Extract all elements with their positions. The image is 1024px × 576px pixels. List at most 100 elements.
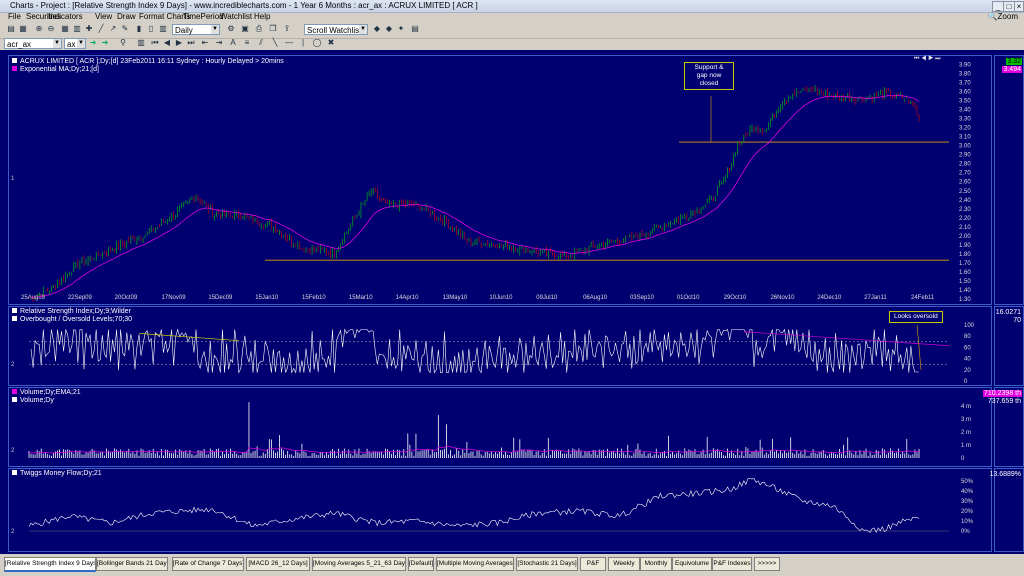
- grid-icon[interactable]: ▦: [60, 24, 70, 34]
- tab-3[interactable]: [MACD 26_12 Days]: [246, 557, 310, 571]
- tab-11[interactable]: Equivolume: [672, 557, 712, 571]
- tab-2[interactable]: [Rate of Change 7 Days]: [172, 557, 244, 571]
- volume-chart[interactable]: 4 m 3 m 2 m 1 m 0: [9, 388, 991, 466]
- price-x-label: 15Feb10: [302, 295, 326, 301]
- crosshair-icon[interactable]: ✚: [84, 24, 94, 34]
- last-icon[interactable]: ⏭: [186, 38, 196, 48]
- tab-0[interactable]: [Relative Strength Index 9 Days]: [4, 557, 96, 572]
- chevron-down-icon: ▼: [53, 39, 61, 48]
- menu-indicators[interactable]: Indicators: [48, 12, 83, 21]
- forward-icon[interactable]: ➜: [100, 38, 110, 48]
- symbol-input[interactable]: acr_ax ▼: [4, 38, 62, 49]
- price-x-label: 13May10: [443, 295, 468, 301]
- prev-icon[interactable]: ◀: [162, 38, 172, 48]
- menu-view[interactable]: View: [95, 12, 112, 21]
- menu-draw[interactable]: Draw: [117, 12, 136, 21]
- pencil-icon[interactable]: ✎: [120, 24, 130, 34]
- menu-help[interactable]: Help: [254, 12, 270, 21]
- next-icon[interactable]: ▶: [174, 38, 184, 48]
- text-icon[interactable]: A: [228, 38, 238, 48]
- price-y-tick: 2.20: [959, 216, 971, 222]
- price-value-strip: 3.32 3.494: [994, 55, 1024, 305]
- price-y-tick: 2.60: [959, 180, 971, 186]
- go-icon[interactable]: ➜: [88, 38, 98, 48]
- last-price: 3.32: [1006, 58, 1022, 65]
- fib-icon[interactable]: ≡: [242, 38, 252, 48]
- price-y-tick: 3.00: [959, 144, 971, 150]
- chart-type-icon[interactable]: ▮: [134, 24, 144, 34]
- volume-y-tick: 3 m: [961, 417, 971, 423]
- price-y-tick: 3.30: [959, 117, 971, 123]
- menu-timeperiod[interactable]: TimePeriod: [183, 12, 224, 21]
- volume-ema-value: 710.2398 th: [983, 390, 1022, 397]
- zoom-button[interactable]: 🔍Zoom: [988, 12, 1018, 21]
- tab-12[interactable]: P&F Indexes: [712, 557, 752, 571]
- indicator-tabs: [Relative Strength Index 9 Days] [Bolling…: [0, 555, 1024, 576]
- arrow-icon[interactable]: ↗: [108, 24, 118, 34]
- chart-settings-icon[interactable]: ⚙: [226, 24, 236, 34]
- note-icon[interactable]: ▤: [410, 24, 420, 34]
- calendar-icon[interactable]: ▣: [240, 24, 250, 34]
- tab-9[interactable]: Weekly: [608, 557, 640, 571]
- price-y-tick: 2.50: [959, 189, 971, 195]
- tab-7[interactable]: [Stochastic 21 Days]: [516, 557, 578, 571]
- tmf-line: [28, 478, 920, 533]
- compare-icon[interactable]: ▥: [136, 38, 146, 48]
- watchlist-up-icon[interactable]: ◆: [372, 24, 382, 34]
- menu-watchlist[interactable]: Watchlist: [220, 12, 252, 21]
- copy-icon[interactable]: ❐: [268, 24, 278, 34]
- watchlist-select[interactable]: Scroll Watchlist ▼: [304, 24, 368, 35]
- price-x-label: 20Oct09: [115, 295, 138, 301]
- binoculars-icon[interactable]: ⚲: [118, 38, 128, 48]
- price-y-tick: 2.30: [959, 207, 971, 213]
- rsi-y-tick: 0: [964, 379, 968, 385]
- price-x-label: 14Apr10: [396, 295, 419, 301]
- tmf-chart[interactable]: 50% 40% 30% 20% 10% 0%: [9, 469, 991, 551]
- candle-icon[interactable]: ▥: [158, 24, 168, 34]
- period-select[interactable]: Daily ▼: [172, 24, 220, 35]
- delete-icon[interactable]: ✖: [326, 38, 336, 48]
- channel-icon[interactable]: ⫽: [256, 38, 266, 48]
- tab-4[interactable]: [Moving Averages 5_21_63 Days]: [312, 557, 406, 571]
- line-icon[interactable]: ╱: [96, 24, 106, 34]
- price-y-tick: 1.60: [959, 270, 971, 276]
- first-icon[interactable]: ⏮: [150, 38, 160, 48]
- close-button[interactable]: ×: [1014, 1, 1024, 12]
- scroll-right-icon[interactable]: ⇥: [214, 38, 224, 48]
- new-icon[interactable]: ▤: [6, 24, 16, 34]
- scroll-left-arrow[interactable]: ⏮ ◀ ▶ ⏭: [914, 56, 941, 63]
- open-icon[interactable]: ▦: [18, 24, 28, 34]
- exchange-select[interactable]: ax ▼: [64, 38, 86, 49]
- zoom-out-icon[interactable]: ⊖: [46, 24, 56, 34]
- tmf-y-tick: 10%: [961, 519, 974, 525]
- tab-13[interactable]: >>>>>: [754, 557, 780, 571]
- zoom-in-icon[interactable]: ⊕: [34, 24, 44, 34]
- tab-8[interactable]: P&F: [580, 557, 606, 571]
- tab-10[interactable]: Monthly: [640, 557, 672, 571]
- tab-5[interactable]: [Default]: [408, 557, 434, 571]
- toolbar-main: ▤ ▦ ⊕ ⊖ ▦ ▥ ✚ ╱ ↗ ✎ ▮ ▯ ▥ Daily ▼ ⚙ ▣ ⎙ …: [0, 22, 1024, 39]
- tab-1[interactable]: [Bollinger Bands 21 Days]: [96, 557, 168, 571]
- price-chart[interactable]: 3.90 3.80 3.70 3.60 3.50 3.40 3.30 3.20 3.10 3.00…: [9, 56, 991, 304]
- watchlist-value: Scroll Watchlist: [307, 26, 362, 35]
- price-y-tick: 3.10: [959, 135, 971, 141]
- bar-chart-icon[interactable]: ▯: [146, 24, 156, 34]
- watchlist-edit-icon[interactable]: ✦: [396, 24, 406, 34]
- vline-icon[interactable]: |: [298, 38, 308, 48]
- print-icon[interactable]: ⎙: [254, 24, 264, 34]
- tab-6[interactable]: [Multiple Moving Averages]: [436, 557, 514, 571]
- menu-file[interactable]: File: [8, 12, 21, 21]
- price-x-label: 09Jul10: [536, 295, 558, 301]
- scroll-left-icon[interactable]: ⇤: [200, 38, 210, 48]
- rsi-chart[interactable]: 100 80 60 40 20 0: [9, 307, 991, 385]
- export-icon[interactable]: ⇪: [282, 24, 292, 34]
- grid-minus-icon[interactable]: ▥: [72, 24, 82, 34]
- trendline-icon[interactable]: ╲: [270, 38, 280, 48]
- ellipse-icon[interactable]: ◯: [312, 38, 322, 48]
- tmf-y-tick: 0%: [961, 529, 970, 535]
- watchlist-down-icon[interactable]: ◆: [384, 24, 394, 34]
- price-y-tick: 3.50: [959, 99, 971, 105]
- symbol-value: acr_ax: [7, 40, 32, 49]
- hline-icon[interactable]: —: [284, 38, 294, 48]
- price-y-tick: 3.80: [959, 72, 971, 78]
